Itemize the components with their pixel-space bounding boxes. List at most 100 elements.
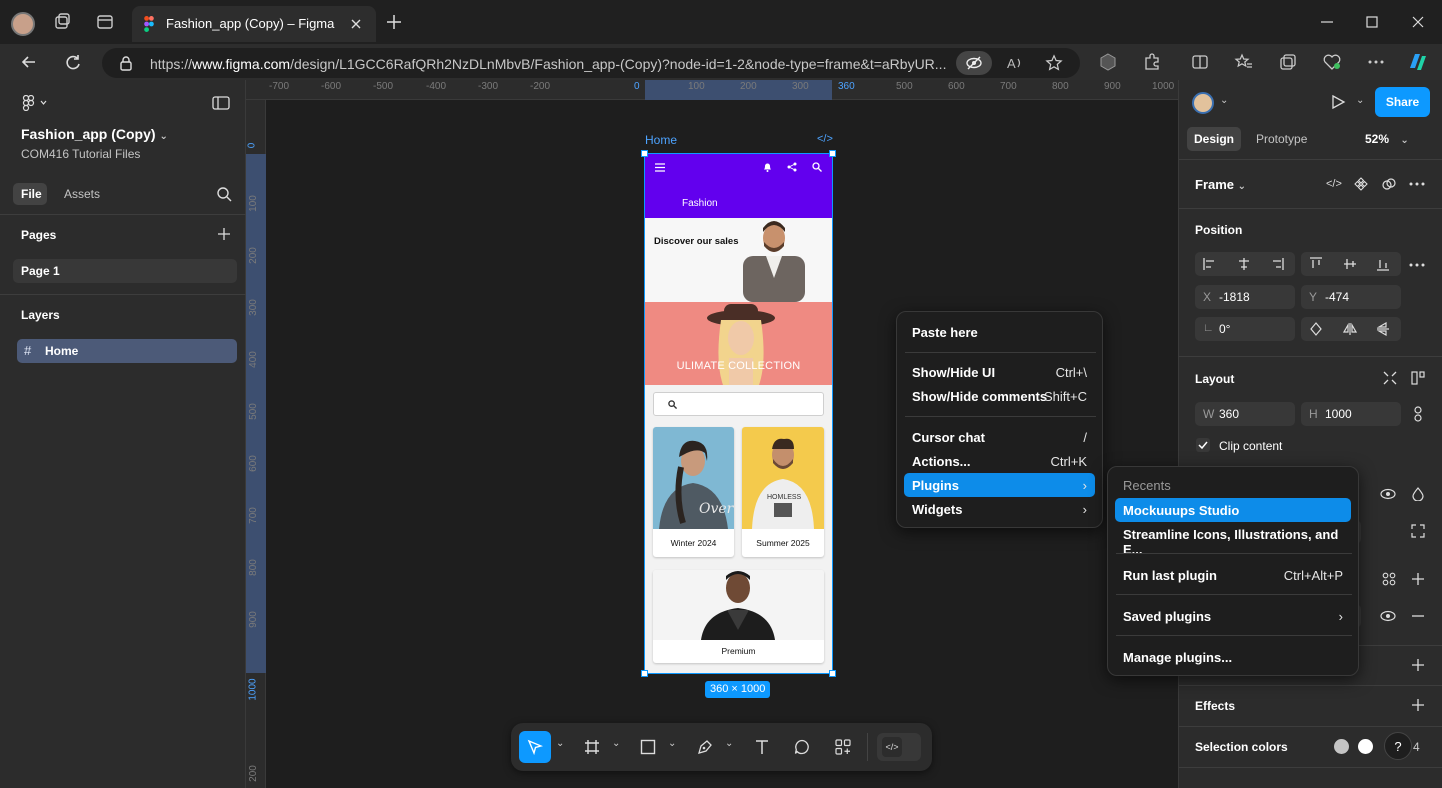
- tab-design[interactable]: Design: [1187, 127, 1241, 151]
- add-page-icon[interactable]: [217, 227, 231, 241]
- present-play-icon[interactable]: [1330, 94, 1346, 110]
- height-field[interactable]: H 1000: [1301, 402, 1401, 426]
- constrain-proportions-icon[interactable]: [1411, 406, 1425, 422]
- flip-vertical-icon[interactable]: [1376, 322, 1390, 336]
- grid-styles-icon[interactable]: [1382, 572, 1396, 586]
- align-bottom-icon[interactable]: [1376, 257, 1390, 271]
- split-screen-icon[interactable]: [1190, 52, 1210, 72]
- file-menu-chevron-icon[interactable]: ⌄: [159, 131, 167, 142]
- page-item[interactable]: Page 1: [13, 259, 237, 283]
- close-tab-icon[interactable]: [348, 16, 364, 32]
- width-field[interactable]: W 360: [1195, 402, 1295, 426]
- frame-tool-icon[interactable]: [584, 739, 600, 755]
- menu-item-run-last-plugin[interactable]: Run last plugin Ctrl+Alt+P: [1115, 563, 1351, 587]
- transform-group[interactable]: [1301, 317, 1401, 341]
- chevron-down-icon[interactable]: ⌄: [1220, 95, 1228, 106]
- vertical-align-group[interactable]: [1301, 252, 1401, 276]
- visibility-eye-icon[interactable]: [1380, 609, 1396, 623]
- frame-type-dropdown[interactable]: Frame ⌄: [1195, 177, 1246, 192]
- add-effect-icon[interactable]: [1411, 698, 1425, 712]
- profile-avatar[interactable]: [11, 12, 35, 36]
- maximize-icon[interactable]: [1362, 12, 1382, 32]
- chevron-down-icon[interactable]: ⌄: [668, 738, 676, 749]
- align-right-icon[interactable]: [1270, 257, 1284, 271]
- figma-menu-icon[interactable]: [22, 95, 48, 111]
- resize-handle[interactable]: [829, 150, 836, 157]
- chevron-down-icon[interactable]: ⌄: [612, 738, 620, 749]
- new-tab-icon[interactable]: [384, 12, 404, 32]
- share-button[interactable]: Share: [1375, 87, 1430, 117]
- more-options-icon[interactable]: [1409, 258, 1425, 272]
- menu-item-plugins[interactable]: Plugins ›: [904, 473, 1095, 497]
- remove-icon[interactable]: [1411, 609, 1425, 623]
- chevron-down-icon[interactable]: ⌄: [556, 738, 564, 749]
- tab-file[interactable]: File: [13, 183, 47, 205]
- chevron-down-icon[interactable]: ⌄: [1356, 95, 1364, 106]
- align-left-icon[interactable]: [1203, 257, 1217, 271]
- lock-icon[interactable]: [118, 55, 134, 71]
- chevron-down-icon[interactable]: ⌄: [725, 738, 733, 749]
- add-icon[interactable]: [1411, 658, 1425, 672]
- rotation-field[interactable]: ∟ 0°: [1195, 317, 1295, 341]
- menu-item-streamline-icons[interactable]: Streamline Icons, Illustrations, and E..…: [1115, 522, 1351, 557]
- url-bar[interactable]: https://www.figma.com/design/L1GCC6RafQR…: [102, 48, 1080, 78]
- menu-item-actions[interactable]: Actions... Ctrl+K: [904, 449, 1095, 473]
- minimize-icon[interactable]: [1317, 12, 1337, 32]
- dev-code-icon[interactable]: </>: [1326, 178, 1342, 190]
- align-top-icon[interactable]: [1309, 257, 1323, 271]
- clip-content-checkbox[interactable]: [1196, 438, 1210, 452]
- tab-actions-icon[interactable]: [95, 12, 115, 32]
- workspaces-icon[interactable]: [52, 12, 72, 32]
- text-tool-icon[interactable]: [754, 739, 770, 755]
- frame-label[interactable]: Home: [645, 133, 677, 147]
- rectangle-tool-icon[interactable]: [640, 739, 656, 755]
- tab-prototype[interactable]: Prototype: [1256, 132, 1307, 146]
- menu-item-manage-plugins[interactable]: Manage plugins...: [1115, 645, 1351, 669]
- dev-mode-icon[interactable]: </>: [817, 133, 833, 145]
- menu-item-show-hide-comments[interactable]: Show/Hide comments Shift+C: [904, 384, 1095, 408]
- menu-item-paste-here[interactable]: Paste here: [904, 320, 1095, 344]
- resize-handle[interactable]: [641, 670, 648, 677]
- expand-corners-icon[interactable]: [1411, 524, 1425, 538]
- resize-handle[interactable]: [829, 670, 836, 677]
- move-tool-button[interactable]: [519, 731, 551, 763]
- menu-item-show-hide-ui[interactable]: Show/Hide UI Ctrl+\: [904, 360, 1095, 384]
- search-icon[interactable]: [216, 186, 232, 202]
- dev-mode-toggle[interactable]: </>: [877, 733, 921, 761]
- more-options-icon[interactable]: [1409, 177, 1425, 191]
- menu-item-widgets[interactable]: Widgets ›: [904, 497, 1095, 521]
- align-center-icon[interactable]: [1237, 257, 1251, 271]
- color-swatch-gray[interactable]: [1334, 739, 1349, 754]
- read-aloud-icon[interactable]: A: [1006, 54, 1024, 72]
- actions-tool-icon[interactable]: [835, 739, 851, 755]
- file-name[interactable]: Fashion_app (Copy) ⌄: [21, 126, 168, 142]
- extensions-puzzle-icon[interactable]: [1142, 52, 1162, 72]
- add-icon[interactable]: [1411, 572, 1425, 586]
- extension-shield-icon[interactable]: [1098, 52, 1118, 72]
- collections-icon[interactable]: [1278, 52, 1298, 72]
- color-swatch-white[interactable]: [1358, 739, 1373, 754]
- sidebar-toggle-icon[interactable]: [212, 95, 230, 111]
- flip-horizontal-icon[interactable]: [1343, 322, 1357, 336]
- browser-essentials-icon[interactable]: [1322, 52, 1342, 72]
- back-arrow-icon[interactable]: [19, 52, 39, 72]
- zoom-level[interactable]: 52% ⌄: [1365, 132, 1409, 146]
- close-window-icon[interactable]: [1408, 12, 1428, 32]
- refresh-icon[interactable]: [63, 52, 83, 72]
- comment-tool-icon[interactable]: [794, 739, 810, 755]
- favorites-icon[interactable]: [1234, 52, 1254, 72]
- more-options-icon[interactable]: [1366, 52, 1386, 72]
- copilot-icon[interactable]: [1406, 50, 1430, 74]
- tab-assets[interactable]: Assets: [64, 187, 100, 201]
- horizontal-align-group[interactable]: [1195, 252, 1295, 276]
- favorite-star-icon[interactable]: [1045, 54, 1063, 72]
- x-position-field[interactable]: X -1818: [1195, 285, 1295, 309]
- rotate-icon[interactable]: [1309, 322, 1323, 336]
- help-button[interactable]: ?: [1384, 732, 1412, 760]
- align-middle-icon[interactable]: [1343, 257, 1357, 271]
- resize-handle[interactable]: [641, 150, 648, 157]
- menu-item-saved-plugins[interactable]: Saved plugins ›: [1115, 604, 1351, 628]
- visibility-eye-icon[interactable]: [1380, 487, 1396, 501]
- pen-tool-icon[interactable]: [697, 739, 713, 755]
- opacity-drop-icon[interactable]: [1412, 487, 1424, 501]
